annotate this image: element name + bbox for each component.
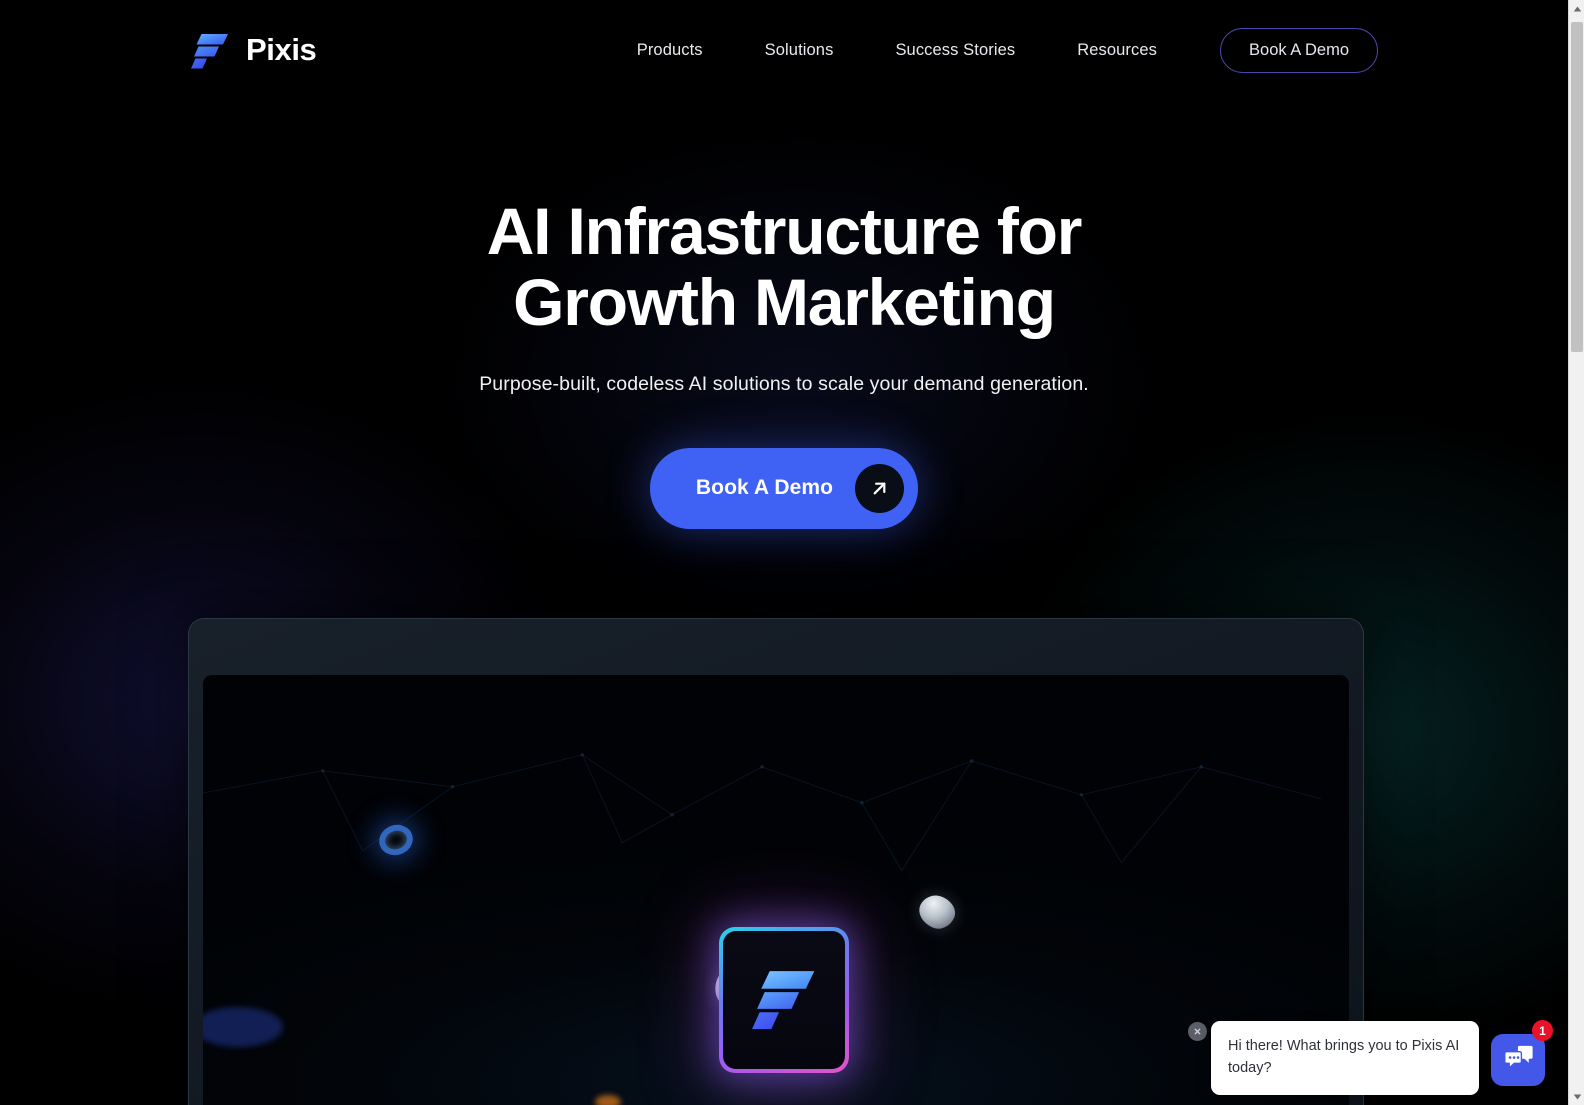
pixis-logo-icon	[747, 961, 821, 1040]
chat-greeting-bubble[interactable]: Hi there! What brings you to Pixis AI to…	[1211, 1021, 1479, 1095]
brand-name: Pixis	[246, 32, 317, 67]
nav-link-success-stories[interactable]: Success Stories	[864, 41, 1046, 60]
scroll-down-arrow-icon[interactable]	[1569, 1088, 1584, 1105]
product-showcase-screen	[203, 675, 1349, 1105]
main-navigation: Products Solutions Success Stories Resou…	[637, 27, 1378, 73]
chat-launcher-button[interactable]	[1491, 1034, 1545, 1086]
hero-cta-label: Book A Demo	[695, 476, 834, 500]
glowing-logo-card-inner	[723, 931, 845, 1069]
site-header: Pixis Products Solutions Success Stories…	[0, 0, 1568, 100]
page-scrollbar[interactable]	[1568, 0, 1584, 1105]
hero-title-line-2: Growth Marketing	[513, 265, 1056, 340]
pixis-logo-icon	[188, 28, 232, 72]
page-content: Pixis Products Solutions Success Stories…	[0, 0, 1568, 1105]
hero-subtitle: Purpose-built, codeless AI solutions to …	[479, 372, 1089, 395]
hero-cta-container: Book A Demo	[0, 447, 1568, 529]
hero-title: AI Infrastructure for Growth Marketing	[0, 194, 1568, 340]
brand-logo[interactable]: Pixis	[188, 28, 317, 72]
scrollbar-thumb[interactable]	[1571, 22, 1583, 352]
hero-book-a-demo-button[interactable]: Book A Demo	[649, 447, 919, 529]
chat-close-button[interactable]	[1188, 1022, 1207, 1041]
nav-link-products[interactable]: Products	[637, 41, 734, 60]
hero-title-line-1: AI Infrastructure for	[486, 194, 1083, 268]
glowing-logo-card	[719, 927, 849, 1073]
nav-book-a-demo-button[interactable]: Book A Demo	[1220, 27, 1378, 73]
close-icon	[1193, 1024, 1202, 1039]
chat-bubbles-icon	[1503, 1044, 1534, 1076]
arrow-up-right-icon	[855, 463, 905, 513]
browser-viewport: Pixis Products Solutions Success Stories…	[0, 0, 1584, 1105]
nav-link-solutions[interactable]: Solutions	[734, 41, 865, 60]
scroll-up-arrow-icon[interactable]	[1569, 0, 1584, 17]
nav-link-resources[interactable]: Resources	[1046, 41, 1188, 60]
orange-light-streak	[595, 1095, 621, 1105]
chat-unread-badge: 1	[1532, 1020, 1553, 1041]
